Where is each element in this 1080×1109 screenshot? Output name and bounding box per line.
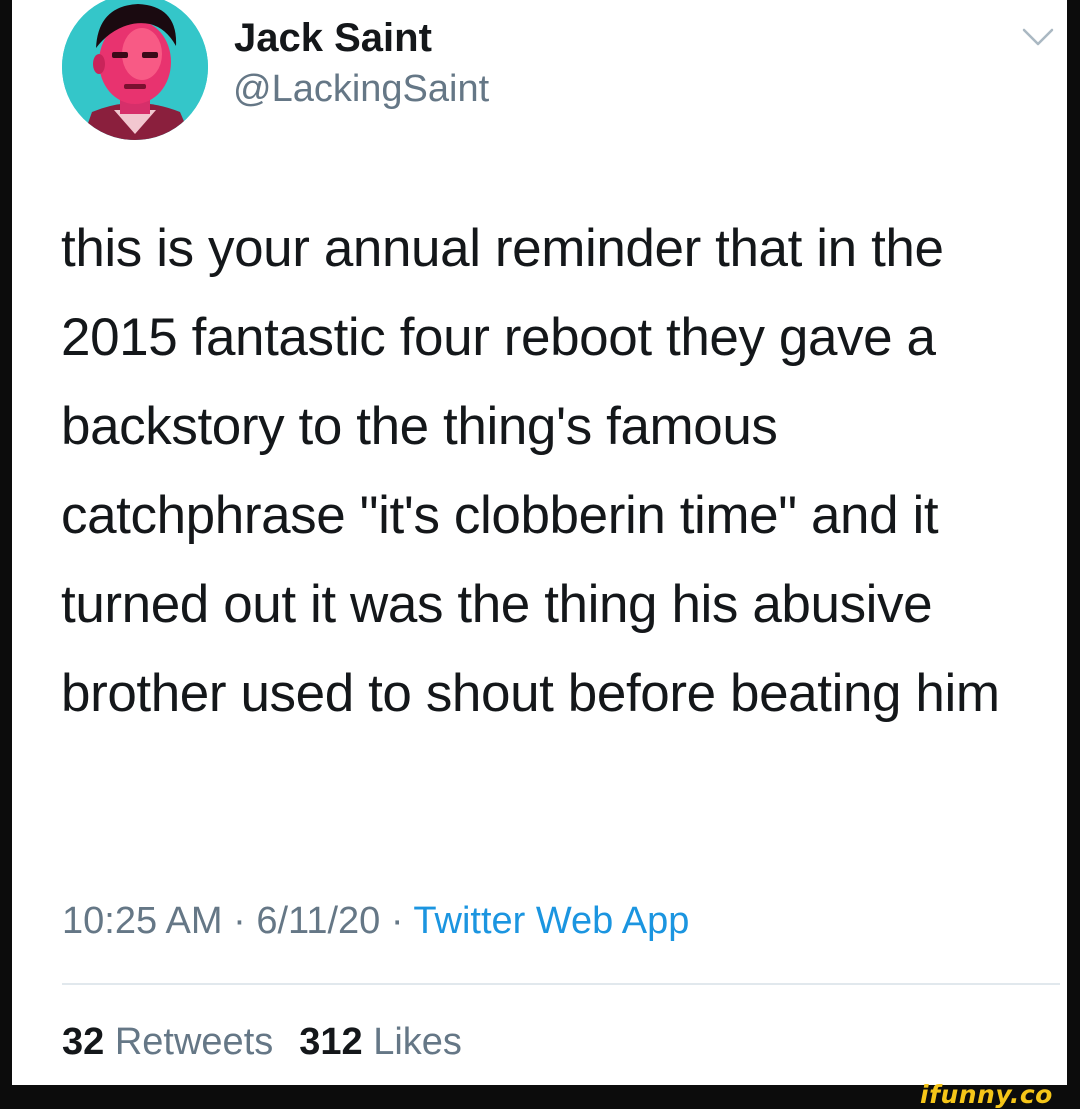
chevron-down-icon[interactable] (1018, 22, 1058, 52)
author-display-name[interactable]: Jack Saint (234, 14, 432, 62)
retweets-stat[interactable]: 32 Retweets (62, 1021, 273, 1063)
tweet-text: this is your annual reminder that in the… (61, 219, 1000, 723)
tweet-stats: 32 Retweets 312 Likes (62, 1017, 462, 1067)
meta-separator: · (222, 900, 257, 942)
retweets-count: 32 (62, 1021, 105, 1063)
avatar[interactable] (62, 0, 208, 140)
likes-stat[interactable]: 312 Likes (299, 1021, 462, 1063)
tweet-date[interactable]: 6/11/20 (256, 900, 380, 942)
divider (62, 983, 1060, 985)
author-handle[interactable]: @LackingSaint (233, 66, 489, 112)
meta-separator: · (380, 900, 414, 942)
ifunny-watermark: ifunny.co (920, 1080, 1053, 1109)
avatar-image (62, 0, 208, 140)
retweets-label: Retweets (114, 1021, 274, 1063)
tweet-time[interactable]: 10:25 AM (62, 900, 223, 942)
likes-label: Likes (373, 1021, 462, 1063)
tweet-meta: 10:25 AM · 6/11/20 · Twitter Web App (62, 896, 689, 946)
tweet-card: Jack Saint @LackingSaint this is your an… (12, 0, 1067, 1085)
likes-count: 312 (299, 1021, 363, 1063)
tweet-source-link[interactable]: Twitter Web App (413, 900, 689, 942)
screenshot-frame: Jack Saint @LackingSaint this is your an… (0, 0, 1080, 1109)
